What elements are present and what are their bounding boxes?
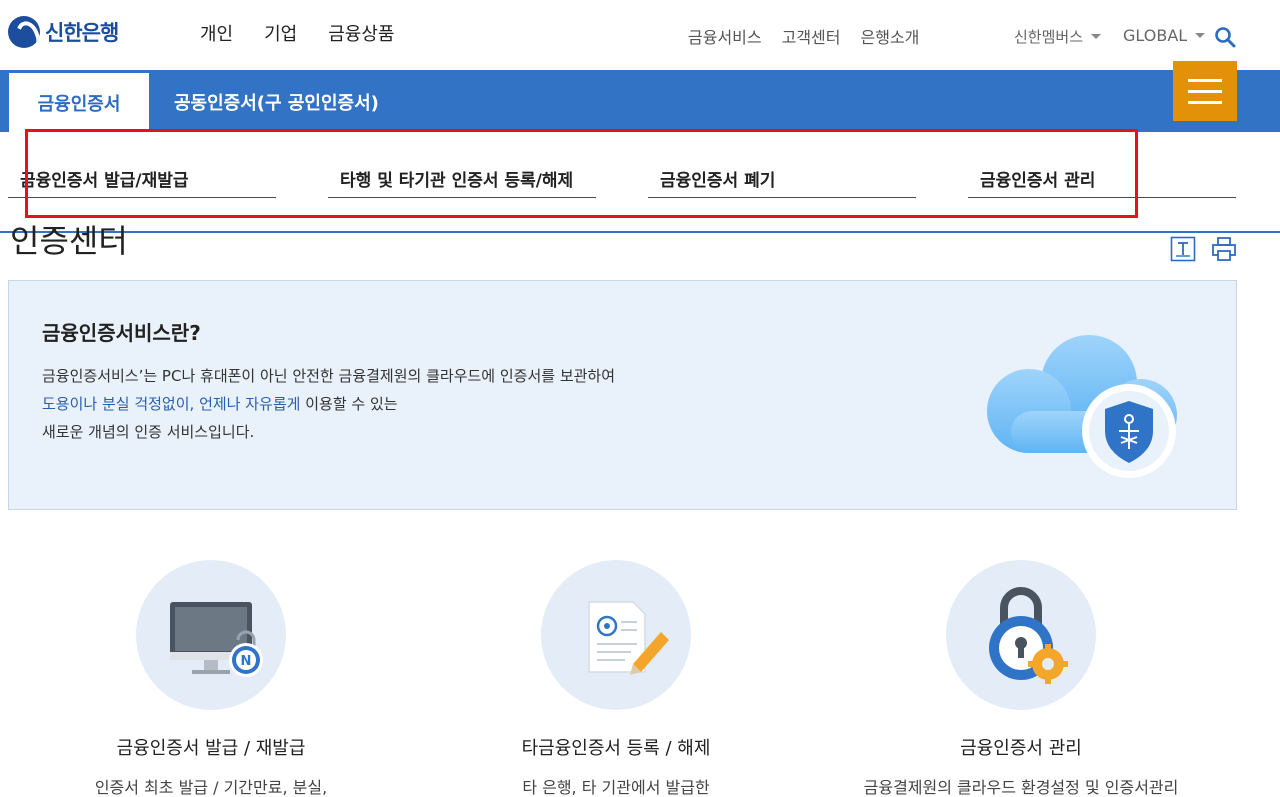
nav-customer-center[interactable]: 고객센터 <box>782 24 841 48</box>
svg-text:N: N <box>241 654 252 669</box>
page-title: 인증센터 <box>10 222 128 260</box>
main-nav: 개인 기업 금융상품 <box>200 20 395 46</box>
logo-text: 신한은행 <box>45 21 119 45</box>
lock-gear-icon <box>989 587 1068 684</box>
search-icon[interactable] <box>1214 26 1236 48</box>
print-icon[interactable] <box>1211 236 1237 262</box>
info-title: 금융인증서비스란? <box>42 321 201 345</box>
info-highlight: 도용이나 분실 걱정없이, 언제나 자유롭게 <box>42 395 301 413</box>
card-register-circle <box>541 560 691 710</box>
hamburger-line <box>1188 89 1222 93</box>
hamburger-line <box>1188 78 1222 82</box>
card-manage-circle <box>946 560 1096 710</box>
card-issue-circle: N <box>136 560 286 710</box>
page-title-area: 인증센터 <box>10 221 610 265</box>
nav-personal[interactable]: 개인 <box>200 20 233 46</box>
caret-down-icon <box>1195 33 1206 38</box>
info-line-1: 금융인증서비스’는 PC나 휴대폰이 아닌 안전한 금융결제원의 클라우드에 인… <box>42 367 616 385</box>
nav-products[interactable]: 금융상품 <box>328 20 394 46</box>
utility-nav: 금융서비스 고객센터 은행소개 <box>688 24 919 48</box>
card-register-title: 타금융인증서 등록 / 해제 <box>521 738 711 759</box>
info-line-3: 새로운 개념의 인증 서비스입니다. <box>42 423 255 441</box>
certificate-tab-bar: 금융인증서 공동인증서(구 공인인증서) <box>0 70 1280 132</box>
tab-financial-certificate[interactable]: 금융인증서 <box>9 73 149 132</box>
card-manage-title: 금융인증서 관리 <box>960 738 1082 759</box>
text-size-icon[interactable] <box>1170 236 1196 262</box>
site-header: 신한은행 개인 기업 금융상품 금융서비스 고객센터 은행소개 신한멤버스 GL… <box>0 0 1280 70</box>
shinhan-logo-icon <box>8 16 40 48</box>
card-manage[interactable]: 금융인증서 관리 금융결제원의 클라우드 환경설정 및 인증서관리 <box>856 560 1186 797</box>
cloud-shield-icon <box>987 335 1177 478</box>
card-register[interactable]: 타금융인증서 등록 / 해제 타 은행, 타 기관에서 발급한 <box>451 560 781 797</box>
monitor-lock-icon: N <box>170 602 263 677</box>
hamburger-menu-button[interactable] <box>1173 61 1237 121</box>
nav-about-bank[interactable]: 은행소개 <box>861 24 920 48</box>
info-line-2: 도용이나 분실 걱정없이, 언제나 자유롭게 이용할 수 있는 <box>42 393 398 414</box>
global-dropdown[interactable]: GLOBAL <box>1123 26 1206 45</box>
hamburger-line <box>1188 100 1222 104</box>
card-register-desc: 타 은행, 타 기관에서 발급한 <box>522 778 710 797</box>
service-info-box: 금융인증서비스란? 금융인증서비스’는 PC나 휴대폰이 아닌 안전한 금융결제… <box>8 280 1237 510</box>
card-issue-desc: 인증서 최초 발급 / 기간만료, 분실, <box>94 778 328 797</box>
info-line-2-rest: 이용할 수 있는 <box>300 395 398 413</box>
nav-financial-services[interactable]: 금융서비스 <box>688 24 762 48</box>
tab-joint-certificate[interactable]: 공동인증서(구 공인인증서) <box>174 89 379 115</box>
card-issue-title: 금융인증서 발급 / 재발급 <box>116 738 306 759</box>
members-dropdown[interactable]: 신한멤버스 <box>1014 26 1102 47</box>
logo[interactable]: 신한은행 <box>8 16 119 48</box>
card-issue[interactable]: N 금융인증서 발급 / 재발급 인증서 최초 발급 / 기간만료, 분실, <box>46 560 376 797</box>
members-label: 신한멤버스 <box>1014 28 1084 46</box>
highlight-box <box>25 129 1138 218</box>
caret-down-icon <box>1091 34 1102 39</box>
nav-business[interactable]: 기업 <box>264 20 297 46</box>
card-manage-desc: 금융결제원의 클라우드 환경설정 및 인증서관리 <box>863 778 1179 797</box>
global-label: GLOBAL <box>1123 26 1188 45</box>
document-pen-icon <box>588 601 669 675</box>
